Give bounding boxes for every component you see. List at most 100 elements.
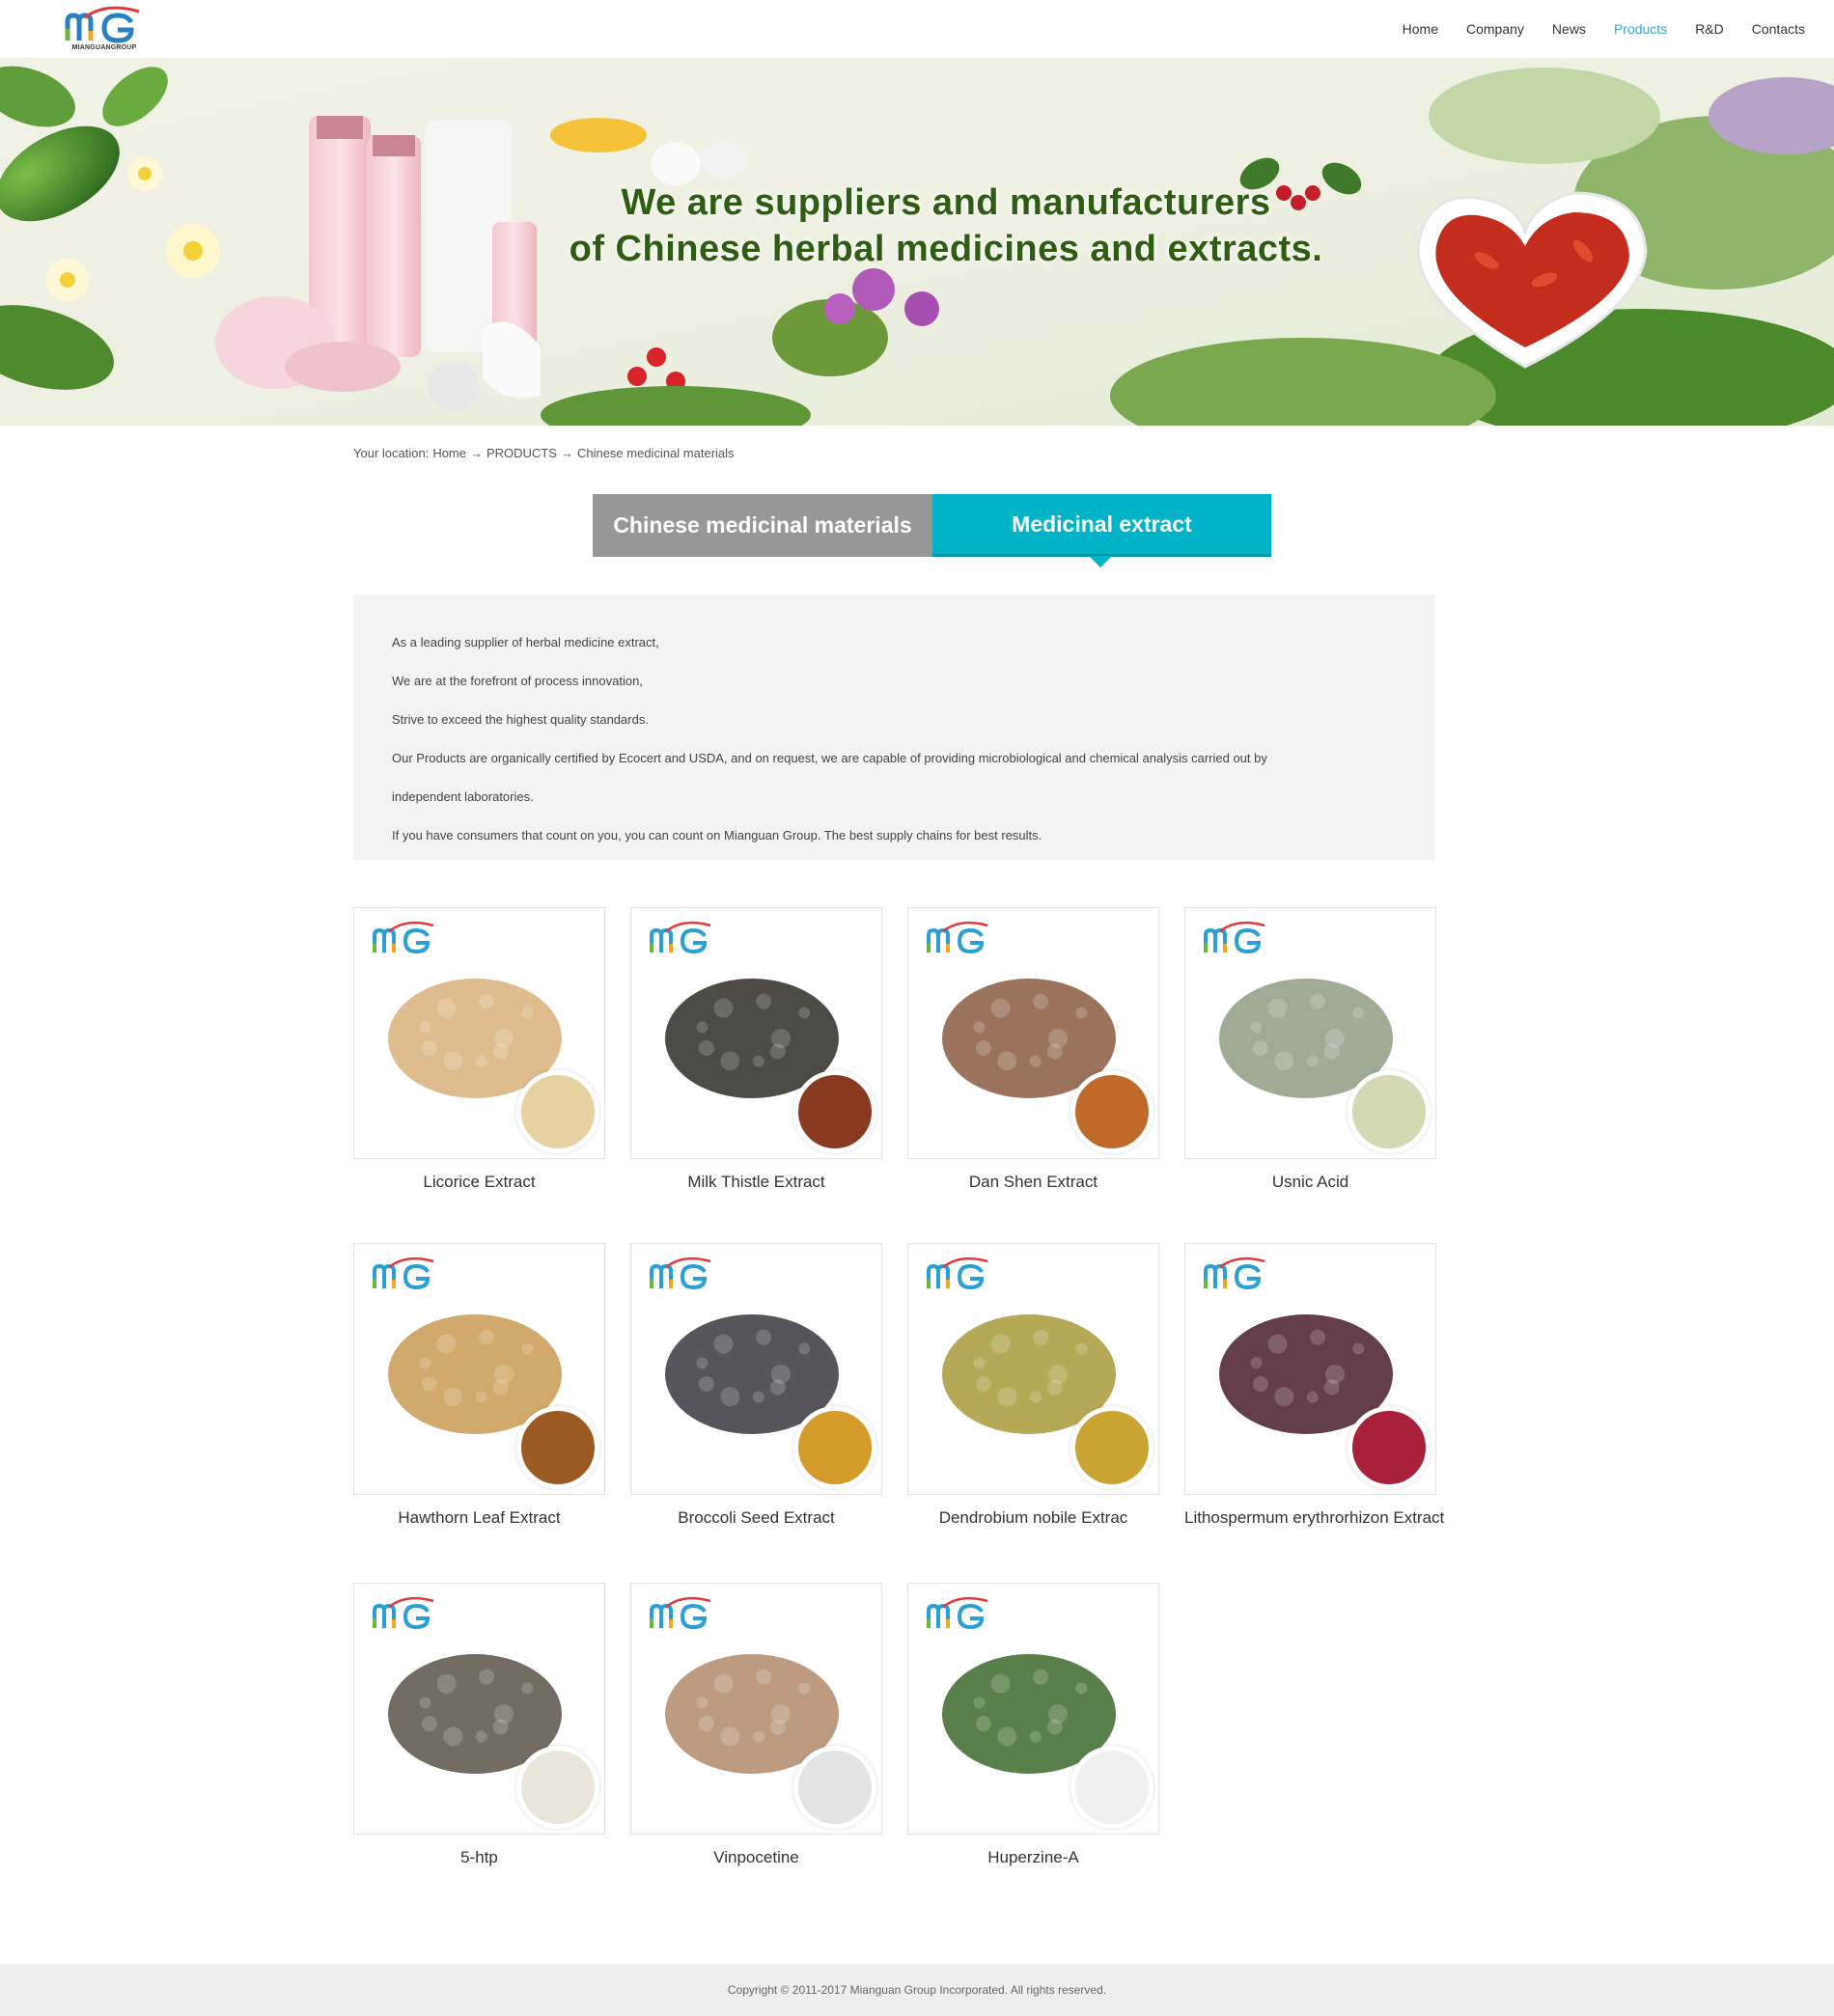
mg-watermark-icon (1204, 921, 1265, 954)
herb-texture-dot (720, 1051, 740, 1071)
herb-texture-dot (1310, 993, 1326, 1009)
logo-wordmark: MIANGUANGROUP (71, 44, 137, 51)
product-image-card[interactable] (907, 1583, 1159, 1835)
herb-texture-dot (1250, 1021, 1263, 1034)
logo-mark-icon (65, 6, 140, 43)
product-name[interactable]: Licorice Extract (353, 1173, 605, 1192)
mg-watermark-icon (373, 1596, 434, 1630)
product-name[interactable]: Milk Thistle Extract (630, 1173, 882, 1192)
herb-texture-dot (479, 1669, 495, 1685)
herb-texture-dot (990, 998, 1011, 1018)
product-item: Hawthorn Leaf Extract (353, 1243, 605, 1528)
nav-products[interactable]: Products (1614, 21, 1667, 37)
product-image-card[interactable] (1184, 1243, 1436, 1495)
herb-texture-dot (1252, 1376, 1268, 1393)
herb-texture-dot (421, 1716, 437, 1732)
product-name[interactable]: Broccoli Seed Extract (630, 1508, 882, 1528)
nav-company[interactable]: Company (1466, 21, 1524, 37)
product-image-card[interactable] (353, 907, 605, 1159)
breadcrumb-home[interactable]: Home (432, 446, 466, 460)
herb-texture-dot (1250, 1357, 1263, 1369)
product-name[interactable]: Dan Shen Extract (907, 1173, 1159, 1192)
mg-watermark-icon (1204, 1257, 1265, 1290)
product-image-card[interactable] (630, 1583, 882, 1835)
product-name[interactable]: 5-htp (353, 1848, 605, 1867)
product-item: Huperzine-A (907, 1583, 1159, 1867)
herb-texture-dot (696, 1357, 709, 1369)
nav-home[interactable]: Home (1403, 21, 1438, 37)
breadcrumb: Your location: Home → PRODUCTS → Chinese… (353, 446, 735, 460)
herb-texture-dot (975, 1376, 991, 1393)
herb-texture-dot (769, 1719, 786, 1735)
mg-watermark-icon (373, 1257, 434, 1290)
banner-line-2: of Chinese herbal medicines and extracts… (569, 229, 1323, 269)
herb-texture-dot (756, 1669, 772, 1685)
herb-texture-dot (1033, 1669, 1049, 1685)
herb-texture-dot (419, 1021, 431, 1034)
herb-texture-dot (798, 1342, 811, 1355)
extract-powder-swatch (1070, 1406, 1153, 1489)
product-item: Vinpocetine (630, 1583, 882, 1867)
product-name[interactable]: Hawthorn Leaf Extract (353, 1508, 605, 1528)
product-item: Dan Shen Extract (907, 907, 1159, 1192)
herb-texture-dot (1352, 1342, 1365, 1355)
product-image-card[interactable] (907, 907, 1159, 1159)
herb-texture-dot (436, 1673, 457, 1694)
product-name[interactable]: Huperzine-A (907, 1848, 1159, 1867)
copyright-text: Copyright © 2011-2017 Mianguan Group Inc… (727, 1983, 1107, 1997)
herb-texture-dot (756, 993, 772, 1009)
product-item: Milk Thistle Extract (630, 907, 882, 1192)
herb-texture-dot (713, 1673, 734, 1694)
main-nav: Home Company News Products R&D Contacts (1375, 0, 1805, 58)
herb-texture-dot (419, 1697, 431, 1709)
product-name[interactable]: Dendrobium nobile Extrac (907, 1508, 1159, 1528)
product-image-card[interactable] (353, 1243, 605, 1495)
product-name[interactable]: Usnic Acid (1184, 1173, 1436, 1192)
tab-medicinal-extract[interactable]: Medicinal extract (932, 494, 1271, 567)
herb-texture-dot (443, 1387, 463, 1407)
herb-texture-dot (696, 1697, 709, 1709)
herb-texture-dot (696, 1021, 709, 1034)
herb-texture-dot (973, 1697, 986, 1709)
extract-powder-swatch (516, 1070, 599, 1153)
product-image-card[interactable] (630, 907, 882, 1159)
product-image-card[interactable] (907, 1243, 1159, 1495)
herb-texture-dot (1274, 1387, 1294, 1407)
herb-texture-dot (975, 1716, 991, 1732)
herb-texture-dot (1352, 1007, 1365, 1019)
product-image-card[interactable] (1184, 907, 1436, 1159)
herb-texture-dot (1267, 1334, 1288, 1354)
product-item: Lithospermum erythrorhizon Extract (1184, 1243, 1444, 1528)
herb-texture-dot (997, 1726, 1017, 1747)
herb-texture-dot (436, 998, 457, 1018)
active-tab-pointer-icon (1089, 556, 1112, 567)
nav-contacts[interactable]: Contacts (1752, 21, 1805, 37)
herb-texture-dot (713, 998, 734, 1018)
herb-texture-dot (443, 1726, 463, 1747)
herb-texture-dot (443, 1051, 463, 1071)
product-name[interactable]: Lithospermum erythrorhizon Extract (1184, 1508, 1444, 1528)
nav-rd[interactable]: R&D (1695, 21, 1724, 37)
nav-news[interactable]: News (1552, 21, 1586, 37)
herb-texture-dot (521, 1342, 534, 1355)
product-name[interactable]: Vinpocetine (630, 1848, 882, 1867)
product-image-card[interactable] (630, 1243, 882, 1495)
herb-texture-dot (720, 1387, 740, 1407)
mianguan-logo[interactable]: MIANGUANGROUP (64, 6, 145, 54)
herb-texture-dot (752, 1391, 764, 1403)
intro-panel: As a leading supplier of herbal medicine… (353, 594, 1435, 860)
herb-texture-dot (1033, 993, 1049, 1009)
herb-texture-dot (1323, 1043, 1340, 1060)
herb-texture-dot (475, 1055, 487, 1067)
tab-chinese-medicinal-materials[interactable]: Chinese medicinal materials (593, 494, 932, 557)
product-image-card[interactable] (353, 1583, 605, 1835)
herb-texture-dot (973, 1021, 986, 1034)
herb-texture-dot (798, 1682, 811, 1695)
extract-powder-swatch (516, 1406, 599, 1489)
breadcrumb-products[interactable]: PRODUCTS (486, 446, 557, 460)
herb-texture-dot (479, 1329, 495, 1345)
intro-line: Strive to exceed the highest quality sta… (392, 712, 649, 727)
category-tabs: Chinese medicinal materials Medicinal ex… (593, 494, 1271, 567)
site-footer: Copyright © 2011-2017 Mianguan Group Inc… (0, 1964, 1834, 2016)
herb-texture-dot (492, 1379, 509, 1395)
